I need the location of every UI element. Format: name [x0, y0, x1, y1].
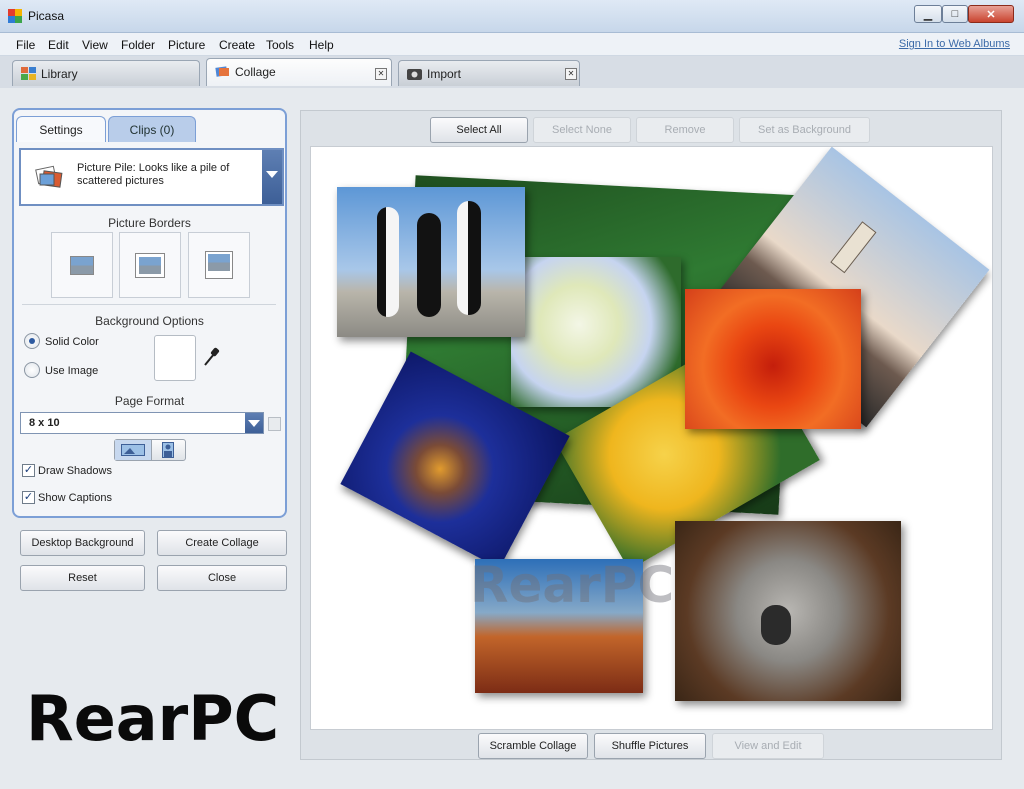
background-options-title: Background Options [95, 314, 204, 328]
set-as-background-button[interactable]: Set as Background [739, 117, 870, 143]
collage-icon [215, 66, 229, 77]
minimize-icon: ▁ [923, 8, 933, 21]
menu-folder[interactable]: Folder [121, 38, 155, 52]
koala-nose-shape [761, 605, 791, 645]
chevron-down-icon [266, 171, 278, 178]
collage-canvas[interactable] [310, 146, 993, 730]
close-tab-icon[interactable]: ✕ [375, 68, 387, 80]
scramble-collage-button[interactable]: Scramble Collage [478, 733, 588, 759]
menu-picture[interactable]: Picture [168, 38, 205, 52]
close-button[interactable]: Close [157, 565, 287, 591]
lighthouse-shape [830, 221, 877, 274]
reset-button[interactable]: Reset [20, 565, 145, 591]
sign-in-link[interactable]: Sign In to Web Albums [899, 38, 1010, 50]
orientation-toggle [114, 439, 186, 461]
draw-shadows-checkbox[interactable]: ✓ [22, 464, 35, 477]
use-image-radio[interactable] [24, 362, 40, 378]
select-all-button[interactable]: Select All [430, 117, 528, 143]
style-dropdown-button[interactable] [262, 150, 282, 204]
collage-style-description: Picture Pile: Looks like a pile of scatt… [77, 162, 230, 187]
penguin-shape [417, 213, 441, 317]
tab-collage[interactable]: Collage ✕ [206, 58, 392, 86]
shuffle-pictures-button[interactable]: Shuffle Pictures [594, 733, 706, 759]
menu-create[interactable]: Create [219, 38, 255, 52]
show-captions-checkbox[interactable]: ✓ [22, 491, 35, 504]
landscape-icon [121, 444, 145, 456]
penguin-shape [457, 201, 481, 315]
tab-collage-label: Collage [235, 65, 276, 79]
chevron-down-icon [248, 420, 260, 427]
tab-clips[interactable]: Clips (0) [108, 116, 196, 142]
picture-borders-title: Picture Borders [108, 216, 191, 230]
window-title: Picasa [28, 9, 65, 23]
menu-file[interactable]: File [16, 38, 35, 52]
page-format-select[interactable]: 8 x 10 [20, 412, 264, 434]
tab-library[interactable]: Library [12, 60, 200, 86]
library-icon [21, 67, 36, 80]
collage-style-select[interactable]: Picture Pile: Looks like a pile of scatt… [19, 148, 284, 206]
divider [22, 304, 276, 305]
watermark-logo: RearPC [26, 682, 280, 755]
menu-view[interactable]: View [82, 38, 108, 52]
portrait-icon [162, 442, 174, 458]
tab-library-label: Library [41, 67, 78, 81]
image-thumbnail-icon [136, 253, 164, 277]
picasa-logo-icon [8, 9, 22, 23]
collage-photo-koala[interactable] [675, 521, 901, 701]
maximize-icon: □ [951, 8, 959, 20]
menu-bar: File Edit View Folder Picture Create Too… [0, 33, 1024, 56]
tab-import-label: Import [427, 67, 462, 81]
use-image-label: Use Image [45, 365, 99, 377]
background-color-swatch[interactable] [154, 335, 196, 381]
import-icon [407, 69, 422, 80]
close-window-button[interactable]: ✕ [968, 5, 1014, 23]
select-none-button[interactable]: Select None [533, 117, 631, 143]
collage-photo-penguins[interactable] [337, 187, 525, 337]
border-style-option[interactable] [51, 232, 113, 298]
border-style-option[interactable] [188, 232, 250, 298]
view-and-edit-button[interactable]: View and Edit [712, 733, 824, 759]
title-bar: Picasa ▁ □ ✕ [0, 0, 1024, 33]
page-format-dropdown-button[interactable] [245, 413, 263, 433]
draw-shadows-label: Draw Shadows [38, 465, 112, 477]
page-format-title: Page Format [114, 394, 185, 408]
watermark-text: RearPC [470, 556, 675, 614]
tab-strip: Library Collage ✕ Import ✕ [0, 56, 1024, 89]
portrait-button[interactable] [152, 440, 185, 460]
image-thumbnail-icon [206, 252, 232, 278]
menu-tools[interactable]: Tools [266, 38, 294, 52]
remove-button[interactable]: Remove [636, 117, 734, 143]
landscape-button[interactable] [115, 440, 152, 460]
desktop-background-button[interactable]: Desktop Background [20, 530, 145, 556]
minimize-button[interactable]: ▁ [914, 5, 942, 23]
menu-help[interactable]: Help [309, 38, 334, 52]
collage-photo-flower[interactable] [685, 289, 861, 429]
close-tab-icon[interactable]: ✕ [565, 68, 577, 80]
tab-settings[interactable]: Settings [16, 116, 106, 142]
solid-color-radio[interactable] [24, 333, 40, 349]
page-format-value: 8 x 10 [29, 417, 60, 429]
border-style-option[interactable] [119, 232, 181, 298]
create-collage-button[interactable]: Create Collage [157, 530, 287, 556]
image-thumbnail-icon [70, 255, 94, 275]
tab-import[interactable]: Import ✕ [398, 60, 580, 86]
picture-pile-icon [35, 165, 63, 188]
menu-edit[interactable]: Edit [48, 38, 69, 52]
close-icon: ✕ [986, 8, 996, 21]
maximize-button[interactable]: □ [942, 5, 968, 23]
show-captions-label: Show Captions [38, 492, 112, 504]
solid-color-label: Solid Color [45, 336, 99, 348]
penguin-shape [377, 207, 399, 317]
eyedropper-icon[interactable] [202, 346, 220, 368]
collage-settings-panel: Settings Clips (0) Picture Pile: Looks l… [12, 108, 287, 518]
lock-aspect-icon[interactable] [268, 417, 281, 431]
